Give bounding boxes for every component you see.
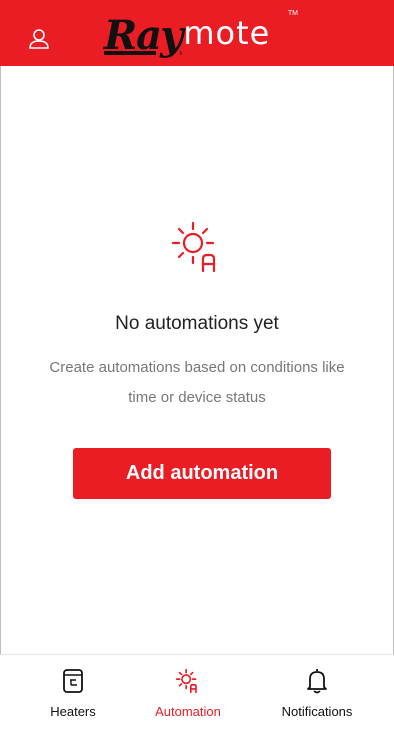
app-header: Ray mote TM	[0, 0, 394, 66]
tab-automation-label: Automation	[155, 704, 221, 719]
profile-button[interactable]	[22, 22, 56, 56]
bell-icon	[305, 665, 329, 697]
empty-state-description: Create automations based on conditions l…	[49, 359, 345, 406]
empty-state-title: No automations yet	[115, 313, 279, 334]
raymote-logo: Ray mote TM	[104, 6, 304, 56]
bottom-tab-bar: Heaters Automation Notifications	[0, 654, 394, 738]
add-automation-button[interactable]: Add automation	[73, 448, 331, 499]
logo-trademark: TM	[287, 10, 298, 17]
automation-icon	[173, 665, 203, 697]
logo-mote-text: mote	[183, 14, 271, 52]
tab-automation[interactable]: Automation	[133, 665, 243, 731]
tab-notifications[interactable]: Notifications	[262, 665, 372, 731]
heater-icon	[61, 665, 85, 697]
logo-ray-text: Ray	[104, 12, 183, 59]
tab-notifications-label: Notifications	[281, 704, 353, 719]
empty-state: No automations yet Create automations ba…	[0, 215, 394, 413]
user-icon	[29, 29, 49, 49]
tab-heaters-label: Heaters	[50, 704, 96, 719]
sun-auto-icon	[165, 215, 229, 279]
tab-heaters[interactable]: Heaters	[18, 665, 128, 731]
